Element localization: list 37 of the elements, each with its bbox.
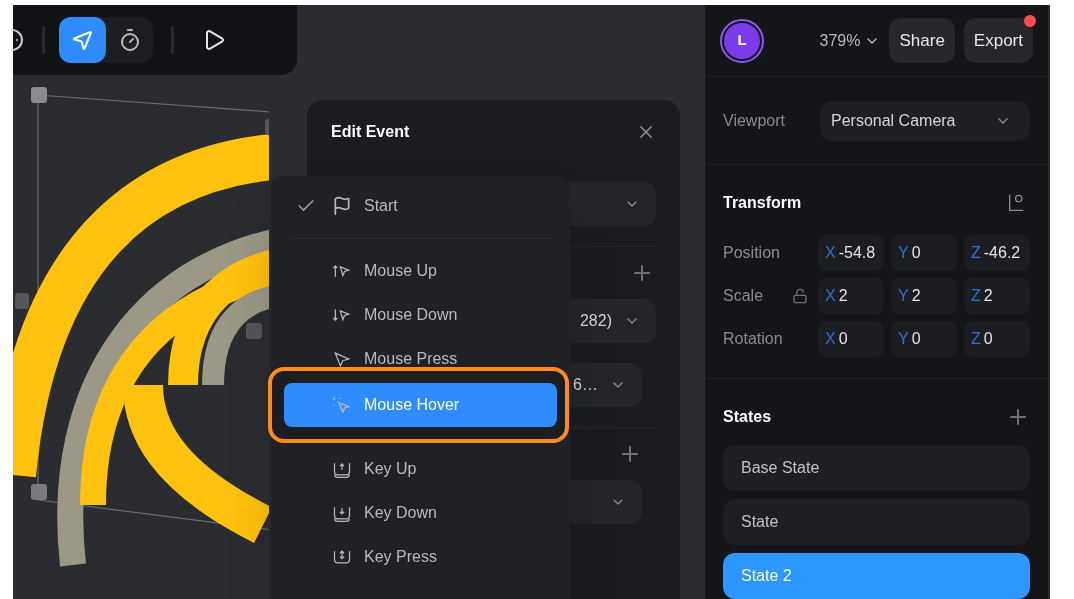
section-title: States bbox=[723, 407, 772, 427]
row-label: Rotation bbox=[723, 328, 784, 349]
number-field[interactable]: X 2 bbox=[818, 277, 884, 314]
menu-item[interactable]: Key Up bbox=[284, 447, 557, 491]
viewport-label: Viewport bbox=[723, 110, 786, 131]
cursor-icon bbox=[332, 349, 352, 369]
state-item[interactable]: Base State bbox=[723, 445, 1030, 491]
number-field[interactable]: Z 0 bbox=[964, 320, 1030, 357]
row-label: Scale bbox=[723, 285, 765, 306]
select-tool-button[interactable] bbox=[59, 17, 106, 63]
zoom-dropdown[interactable]: 379% bbox=[819, 28, 881, 53]
dialog-title: Edit Event bbox=[331, 122, 410, 142]
row-label: Position bbox=[723, 242, 781, 263]
cursor-hover-icon bbox=[332, 395, 352, 415]
menu-item[interactable]: Key Down bbox=[284, 491, 557, 535]
state-item[interactable]: State bbox=[723, 499, 1030, 545]
section-title: Transform bbox=[723, 193, 802, 213]
pivot-icon[interactable] bbox=[1006, 193, 1026, 213]
export-button[interactable]: Export bbox=[963, 18, 1033, 63]
flag-icon bbox=[332, 196, 352, 216]
number-field[interactable]: Z 2 bbox=[964, 277, 1030, 314]
viewport-select[interactable]: Personal Camera bbox=[820, 100, 1030, 141]
number-field[interactable]: Y 0 bbox=[891, 234, 957, 271]
number-field[interactable]: X -54.8 bbox=[818, 234, 884, 271]
share-button[interactable]: Share bbox=[889, 18, 955, 63]
menu-item[interactable]: Key Press bbox=[284, 535, 557, 579]
number-field[interactable]: Y 0 bbox=[891, 320, 957, 357]
unlock-icon[interactable] bbox=[791, 287, 808, 304]
number-field[interactable]: Y 2 bbox=[891, 277, 957, 314]
avatar[interactable]: L bbox=[720, 18, 764, 63]
menu-item[interactable]: Mouse Up bbox=[284, 249, 557, 293]
pointer-icon bbox=[70, 28, 95, 52]
menu-item[interactable]: Mouse Down bbox=[284, 293, 557, 337]
menu-item[interactable]: Start bbox=[284, 184, 557, 228]
menu-item[interactable]: Mouse Press bbox=[284, 337, 557, 381]
number-field[interactable]: X 0 bbox=[818, 320, 884, 357]
number-field[interactable]: Z -46.2 bbox=[964, 234, 1030, 271]
